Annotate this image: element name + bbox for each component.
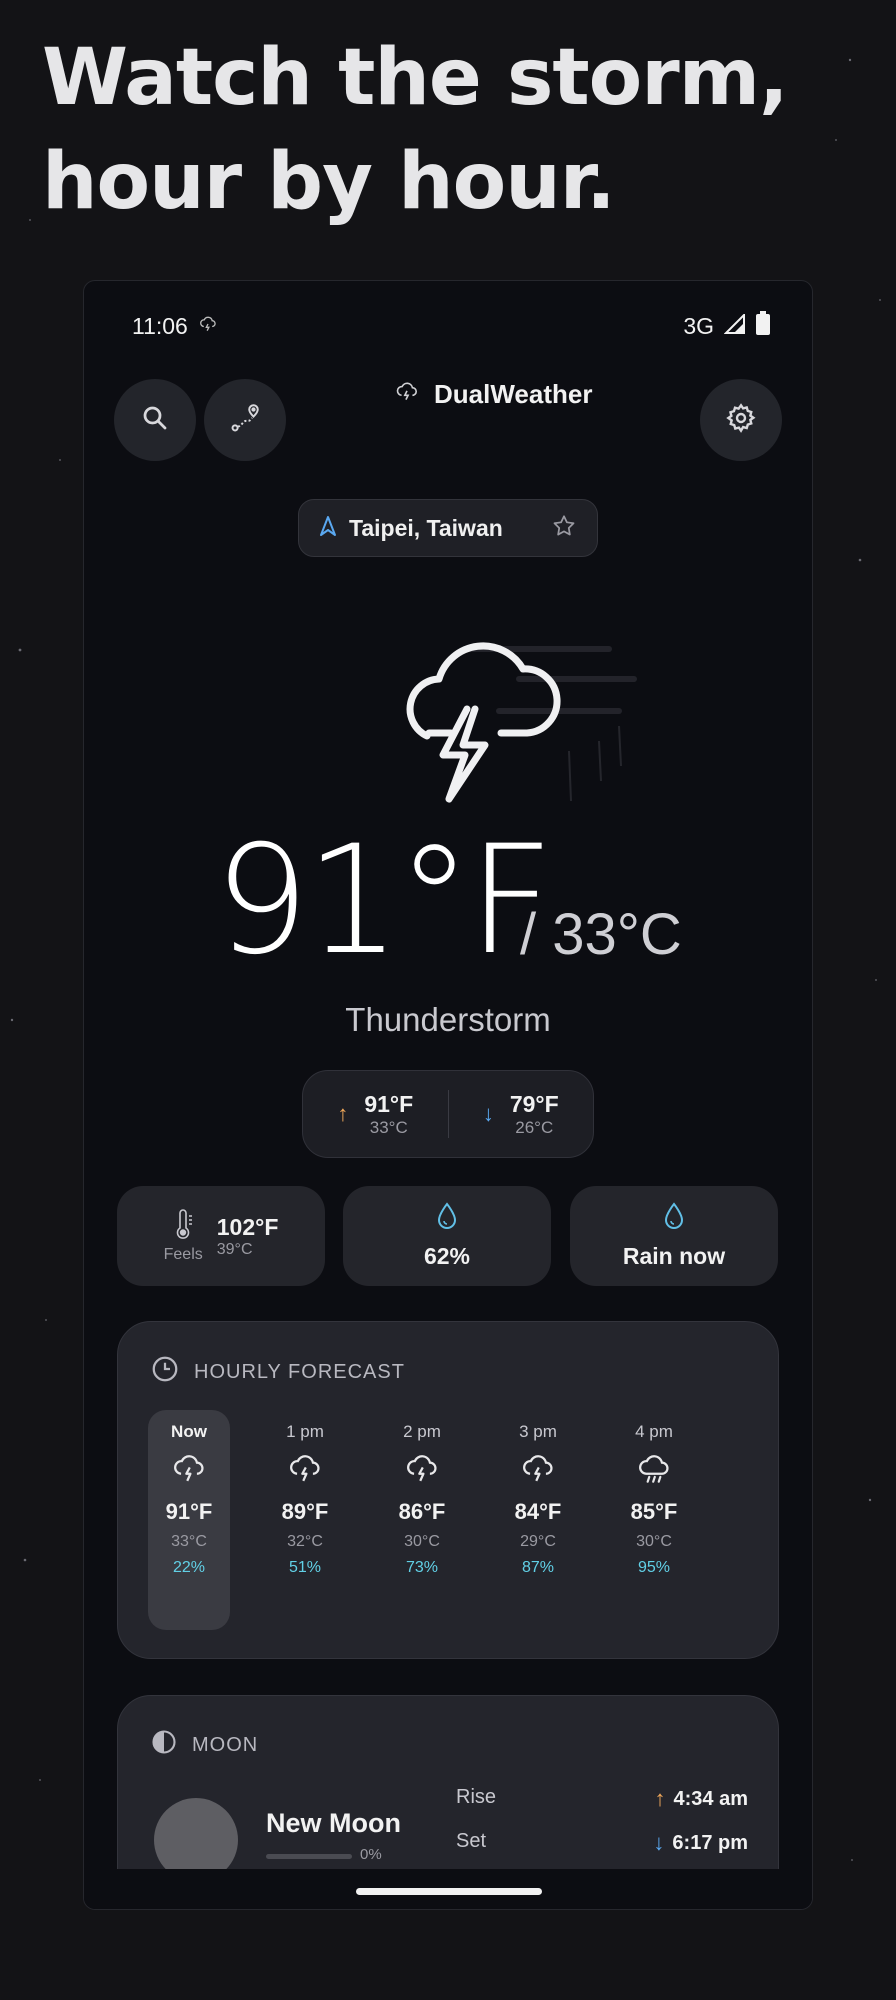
hour-precip: 95% (637, 1559, 671, 1576)
rain-drop-icon (663, 1202, 685, 1237)
feels-temp-f: 102°F (216, 1213, 279, 1240)
hour-precip: 22% (172, 1559, 206, 1576)
app-name: DualWeather (434, 379, 593, 409)
search-button[interactable] (114, 379, 196, 461)
headline-line-2: hour by hour. (42, 137, 616, 227)
status-time: 11:06 (132, 312, 188, 339)
status-bar: 11:06 3G (84, 281, 812, 371)
moon-title: MOON (192, 1733, 259, 1756)
thunderstorm-icon (403, 1450, 441, 1493)
hour-temp-f: 85°F (630, 1499, 678, 1524)
headline: Watch the storm, hour by hour. (42, 26, 789, 234)
feels-temp-c: 39°C (216, 1240, 253, 1258)
thunderstorm-icon (519, 1450, 557, 1493)
thunderstorm-hero-icon (369, 631, 669, 836)
hour-item[interactable]: 2 pm 86°F 30°C 73% (381, 1410, 463, 1630)
navigation-arrow-icon (319, 515, 337, 542)
hour-label: 2 pm (403, 1422, 441, 1441)
low-temp-f: 79°F (509, 1090, 559, 1117)
moonrise-time: ↑ 4:34 am (655, 1786, 749, 1812)
moonrise-time-value: 4:34 am (673, 1787, 749, 1810)
hour-item[interactable]: Now 91°F 33°C 22% (148, 1410, 230, 1630)
illumination-percent: 0% (360, 1846, 382, 1863)
moonrise-label: Rise (456, 1786, 497, 1808)
search-icon (140, 403, 170, 438)
low-temp-c: 26°C (515, 1117, 554, 1137)
hour-temp-c: 30°C (404, 1533, 440, 1550)
rain-status: Rain now (622, 1243, 726, 1269)
thermometer-icon (172, 1208, 194, 1246)
storm-notification-icon (198, 313, 218, 340)
location-name: Taipei, Taiwan (349, 514, 503, 541)
moon-phase-name: New Moon (266, 1808, 401, 1838)
hour-temp-c: 33°C (171, 1533, 207, 1550)
high-temp-c: 33°C (369, 1117, 408, 1137)
clock-icon (150, 1354, 180, 1390)
thunderstorm-icon (170, 1450, 208, 1493)
location-chip[interactable]: Taipei, Taiwan (298, 499, 598, 557)
high-low-pill: ↑ 91°F 33°C ↓ 79°F 26°C (302, 1070, 594, 1158)
route-icon (228, 401, 262, 440)
phone-screen: 11:06 3G DualWeather Taipei, Taiwan 91°F… (83, 280, 813, 1910)
hour-item[interactable]: 1 pm 89°F 32°C 51% (264, 1410, 346, 1630)
hour-temp-f: 86°F (398, 1499, 446, 1524)
arrow-up-icon: ↑ (337, 1101, 349, 1126)
current-temp-c: / 33°C (520, 902, 682, 967)
condition-text: Thunderstorm (345, 1001, 551, 1038)
hour-label: 3 pm (519, 1422, 557, 1441)
battery-icon (756, 311, 770, 341)
signal-icon (723, 312, 746, 340)
arrow-down-icon: ↓ (482, 1101, 494, 1126)
hour-temp-f: 91°F (165, 1499, 213, 1524)
hour-label: 1 pm (286, 1422, 324, 1441)
hourly-forecast-card: HOURLY FORECAST Now 91°F 33°C 22% 1 pm 8… (117, 1321, 779, 1659)
hour-temp-f: 84°F (514, 1499, 562, 1524)
hour-temp-c: 29°C (520, 1533, 556, 1550)
thunderstorm-icon (286, 1450, 324, 1493)
rain-cloud-icon (635, 1450, 673, 1493)
settings-button[interactable] (700, 379, 782, 461)
app-title: DualWeather (394, 379, 592, 410)
hourly-forecast-title: HOURLY FORECAST (194, 1360, 405, 1383)
feels-like-tile[interactable]: Feels 102°F 39°C (117, 1186, 325, 1286)
moonset-label: Set (456, 1830, 487, 1852)
hour-item[interactable]: 4 pm 85°F 30°C 95% (613, 1410, 695, 1630)
headline-line-1: Watch the storm, (42, 33, 789, 123)
arrow-up-icon: ↑ (654, 1786, 666, 1811)
moonset-time-value: 6:17 pm (672, 1831, 748, 1854)
route-button[interactable] (204, 379, 286, 461)
illumination-bar (266, 1854, 352, 1859)
hour-label: Now (171, 1422, 207, 1441)
favorite-star-icon[interactable] (551, 513, 577, 544)
current-temp-f: 91°F (214, 814, 554, 988)
humidity-tile[interactable]: 62% (343, 1186, 551, 1286)
hourly-forecast-header: HOURLY FORECAST (150, 1354, 405, 1390)
high-temp-f: 91°F (364, 1090, 414, 1117)
hour-label: 4 pm (635, 1422, 673, 1441)
hour-temp-f: 89°F (281, 1499, 329, 1524)
hour-temp-c: 32°C (287, 1533, 323, 1550)
hour-temp-c: 30°C (636, 1533, 672, 1550)
high-temp: ↑ 91°F 33°C (303, 1091, 448, 1138)
humidity-drop-icon (436, 1202, 458, 1237)
moon-header: MOON (150, 1728, 258, 1762)
rain-tile[interactable]: Rain now (570, 1186, 778, 1286)
home-indicator[interactable] (356, 1888, 542, 1895)
hour-precip: 87% (521, 1559, 555, 1576)
storm-logo-icon (394, 379, 420, 410)
feels-label: Feels (163, 1245, 203, 1263)
hour-precip: 73% (405, 1559, 439, 1576)
gear-icon (725, 402, 757, 439)
low-temp: ↓ 79°F 26°C (449, 1091, 594, 1138)
network-type: 3G (683, 312, 714, 339)
humidity-value: 62% (423, 1243, 471, 1269)
moonset-time: ↓ 6:17 pm (653, 1830, 748, 1856)
moon-phase-icon (150, 1728, 178, 1762)
hour-item[interactable]: 3 pm 84°F 29°C 87% (497, 1410, 579, 1630)
arrow-down-icon: ↓ (653, 1830, 665, 1855)
hour-precip: 51% (288, 1559, 322, 1576)
